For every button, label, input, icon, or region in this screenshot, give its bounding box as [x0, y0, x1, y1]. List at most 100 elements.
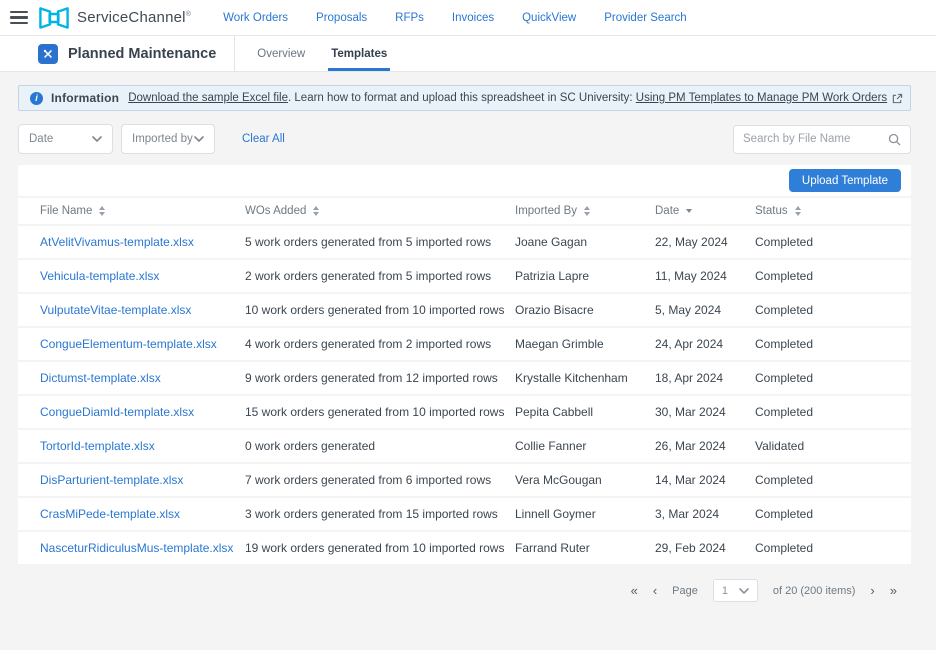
file-name-link[interactable]: Dictumst-template.xlsx	[40, 371, 245, 385]
search-box	[733, 125, 911, 154]
sort-icon	[584, 206, 590, 216]
page-label: Page	[672, 585, 698, 597]
status-cell: Completed	[755, 269, 889, 283]
file-name-link[interactable]: DisParturient-template.xlsx	[40, 473, 245, 487]
column-header-file-name[interactable]: File Name	[40, 205, 245, 217]
imported-by-cell: Maegan Grimble	[515, 337, 655, 351]
hamburger-menu-icon[interactable]	[0, 0, 38, 36]
date-cell: 30, Mar 2024	[655, 405, 755, 419]
primary-nav-links: Work Orders Proposals RFPs Invoices Quic…	[223, 12, 687, 24]
status-cell: Completed	[755, 541, 889, 555]
page-number-dropdown[interactable]: 1	[713, 579, 758, 602]
date-cell: 22, May 2024	[655, 235, 755, 249]
wos-added-cell: 7 work orders generated from 6 imported …	[245, 473, 515, 487]
file-name-link[interactable]: CrasMiPede-template.xlsx	[40, 507, 245, 521]
wos-added-cell: 0 work orders generated	[245, 439, 515, 453]
nav-item-provider-search[interactable]: Provider Search	[604, 12, 686, 24]
wos-added-cell: 9 work orders generated from 12 imported…	[245, 371, 515, 385]
imported-by-cell: Linnell Goymer	[515, 507, 655, 521]
page-title: Planned Maintenance	[68, 46, 216, 62]
nav-item-quickview[interactable]: QuickView	[522, 12, 576, 24]
nav-item-invoices[interactable]: Invoices	[452, 12, 494, 24]
file-name-link[interactable]: Vehicula-template.xlsx	[40, 269, 245, 283]
previous-page-icon[interactable]: ‹	[653, 584, 657, 597]
servicechannel-logo[interactable]: ServiceChannel®	[38, 6, 191, 30]
pm-tabs: Overview Templates	[257, 36, 387, 71]
banner-text: . Learn how to format and upload this sp…	[288, 92, 636, 104]
download-sample-excel-link[interactable]: Download the sample Excel file	[128, 92, 288, 104]
wos-added-cell: 3 work orders generated from 15 imported…	[245, 507, 515, 521]
clear-all-link[interactable]: Clear All	[242, 133, 285, 145]
table-header-row: File Name WOs Added Imported By Date Sta…	[18, 198, 911, 224]
table-toolbar: Upload Template	[18, 165, 911, 196]
last-page-icon[interactable]: »	[890, 584, 897, 597]
file-name-link[interactable]: AtVelitVivamus-template.xlsx	[40, 235, 245, 249]
nav-item-rfps[interactable]: RFPs	[395, 12, 424, 24]
date-cell: 18, Apr 2024	[655, 371, 755, 385]
table-row: CongueElementum-template.xlsx 4 work ord…	[18, 328, 911, 360]
column-header-wos-added[interactable]: WOs Added	[245, 205, 515, 217]
planned-maintenance-icon	[38, 44, 58, 64]
next-page-icon[interactable]: ›	[870, 584, 874, 597]
imported-by-cell: Collie Fanner	[515, 439, 655, 453]
wos-added-cell: 4 work orders generated from 2 imported …	[245, 337, 515, 351]
wos-added-cell: 5 work orders generated from 5 imported …	[245, 235, 515, 249]
first-page-icon[interactable]: «	[631, 584, 638, 597]
tab-templates[interactable]: Templates	[331, 36, 387, 71]
wos-added-cell: 15 work orders generated from 10 importe…	[245, 405, 515, 419]
column-header-status[interactable]: Status	[755, 205, 889, 217]
table-row: CrasMiPede-template.xlsx 3 work orders g…	[18, 498, 911, 530]
column-header-date[interactable]: Date	[655, 205, 755, 217]
table-row: NasceturRidiculusMus-template.xlsx 19 wo…	[18, 532, 911, 564]
date-filter-dropdown[interactable]: Date	[18, 124, 113, 154]
wos-added-cell: 19 work orders generated from 10 importe…	[245, 541, 515, 555]
search-icon	[888, 133, 901, 146]
servicechannel-logo-icon	[38, 6, 70, 30]
imported-by-cell: Orazio Bisacre	[515, 303, 655, 317]
table-row: VulputateVitae-template.xlsx 10 work ord…	[18, 294, 911, 326]
divider	[234, 36, 235, 71]
module-title-group: Planned Maintenance	[38, 36, 234, 71]
sort-desc-icon	[686, 209, 692, 213]
file-name-link[interactable]: CongueElementum-template.xlsx	[40, 337, 245, 351]
imported-by-cell: Vera McGougan	[515, 473, 655, 487]
brand-name: ServiceChannel®	[77, 9, 191, 26]
imported-by-filter-dropdown[interactable]: Imported by	[121, 124, 215, 154]
date-cell: 11, May 2024	[655, 269, 755, 283]
top-navigation-bar: ServiceChannel® Work Orders Proposals RF…	[0, 0, 936, 36]
search-input[interactable]	[743, 133, 888, 145]
page-range-text: of 20 (200 items)	[773, 585, 856, 597]
file-name-link[interactable]: VulputateVitae-template.xlsx	[40, 303, 245, 317]
file-name-link[interactable]: NasceturRidiculusMus-template.xlsx	[40, 541, 245, 555]
column-header-imported-by[interactable]: Imported By	[515, 205, 655, 217]
status-cell: Completed	[755, 405, 889, 419]
imported-by-cell: Joane Gagan	[515, 235, 655, 249]
status-cell: Completed	[755, 235, 889, 249]
status-cell: Completed	[755, 507, 889, 521]
chevron-down-icon	[92, 136, 102, 142]
banner-title: Information	[51, 91, 119, 105]
date-cell: 26, Mar 2024	[655, 439, 755, 453]
file-name-link[interactable]: TortorId-template.xlsx	[40, 439, 245, 453]
wos-added-cell: 2 work orders generated from 5 imported …	[245, 269, 515, 283]
date-cell: 24, Apr 2024	[655, 337, 755, 351]
table-row: DisParturient-template.xlsx 7 work order…	[18, 464, 911, 496]
file-name-link[interactable]: CongueDiamId-template.xlsx	[40, 405, 245, 419]
chevron-down-icon	[739, 588, 749, 594]
pagination: « ‹ Page 1 of 20 (200 items) › »	[0, 579, 897, 602]
upload-template-button[interactable]: Upload Template	[789, 169, 901, 192]
table-row: AtVelitVivamus-template.xlsx 5 work orde…	[18, 226, 911, 258]
sc-university-link[interactable]: Using PM Templates to Manage PM Work Ord…	[636, 92, 887, 104]
tab-overview[interactable]: Overview	[257, 36, 305, 71]
current-page-value: 1	[722, 585, 728, 597]
imported-by-cell: Pepita Cabbell	[515, 405, 655, 419]
imported-by-cell: Krystalle Kitchenham	[515, 371, 655, 385]
sort-icon	[795, 206, 801, 216]
table-row: CongueDiamId-template.xlsx 15 work order…	[18, 396, 911, 428]
imported-by-filter-label: Imported by	[132, 133, 193, 145]
nav-item-proposals[interactable]: Proposals	[316, 12, 367, 24]
imported-by-cell: Patrizia Lapre	[515, 269, 655, 283]
nav-item-work-orders[interactable]: Work Orders	[223, 12, 288, 24]
date-cell: 3, Mar 2024	[655, 507, 755, 521]
filter-bar: Date Imported by Clear All	[18, 124, 911, 154]
